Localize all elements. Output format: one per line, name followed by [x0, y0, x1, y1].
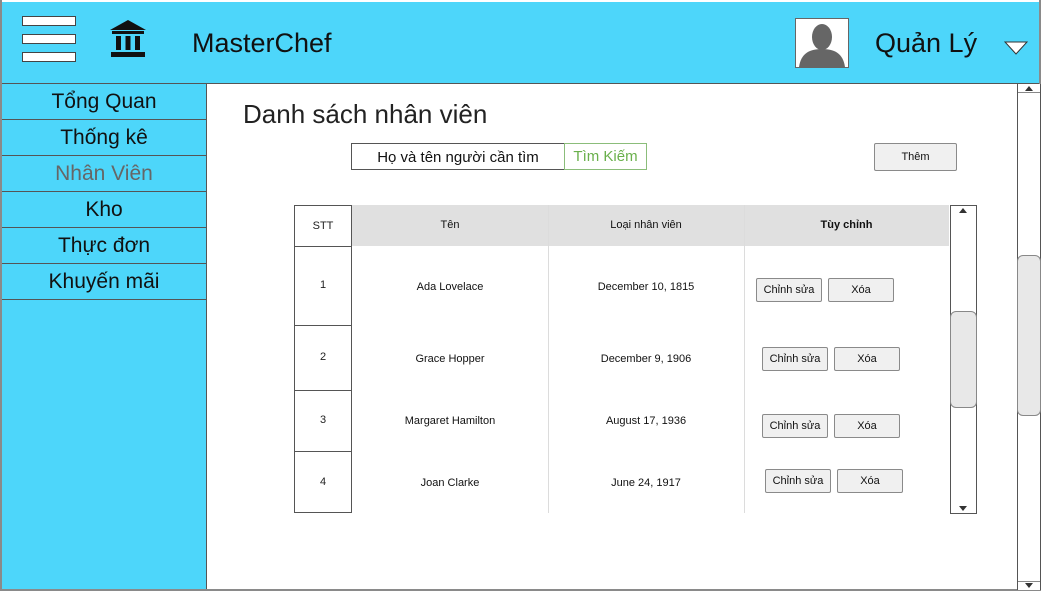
sidebar: Tổng Quan Thống kê Nhân Viên Kho Thực đơ…: [2, 84, 207, 589]
column-header-type: Loại nhân viên: [610, 219, 682, 231]
scroll-down-icon[interactable]: [1025, 583, 1033, 588]
delete-button[interactable]: Xóa: [834, 347, 900, 371]
column-header-stt: STT: [294, 205, 352, 247]
edit-button[interactable]: Chỉnh sửa: [762, 414, 828, 438]
bank-icon: [110, 20, 146, 57]
sidebar-item-menu[interactable]: Thực đơn: [2, 228, 206, 264]
table-cell-type: June 24, 1917: [611, 477, 681, 489]
sidebar-item-overview[interactable]: Tổng Quan: [2, 84, 206, 120]
table-cell-name: Margaret Hamilton: [404, 415, 496, 427]
employee-table: Tên Loại nhân viên Tùy chỉnh STT 1 2 3 4…: [294, 205, 977, 514]
table-scroll-thumb[interactable]: [950, 311, 977, 408]
sidebar-item-promotions[interactable]: Khuyến mãi: [2, 264, 206, 300]
delete-button[interactable]: Xóa: [834, 414, 900, 438]
table-scrollbar[interactable]: [950, 205, 977, 514]
sidebar-item-employees[interactable]: Nhân Viên: [2, 156, 206, 192]
hamburger-menu-icon[interactable]: [22, 16, 78, 66]
search-input[interactable]: Họ và tên người cần tìm: [351, 143, 565, 170]
page-scroll-thumb[interactable]: [1017, 255, 1041, 416]
column-header-actions: Tùy chỉnh: [820, 219, 873, 231]
table-cell-name: Joan Clarke: [420, 477, 480, 489]
table-header: Tên Loại nhân viên Tùy chỉnh: [352, 205, 949, 246]
search-button[interactable]: Tìm Kiếm: [564, 143, 647, 170]
table-cell-type: December 10, 1815: [597, 281, 695, 293]
table-cell-name: Ada Lovelace: [416, 281, 484, 293]
top-header: MasterChef Quản Lý: [2, 2, 1039, 84]
table-cell-type: December 9, 1906: [600, 353, 692, 365]
sidebar-item-statistics[interactable]: Thống kê: [2, 120, 206, 156]
delete-button[interactable]: Xóa: [828, 278, 894, 302]
table-cell-stt: 1: [294, 246, 352, 326]
user-name[interactable]: Quản Lý: [875, 28, 977, 59]
table-cell-stt: 4: [294, 451, 352, 513]
app-title: MasterChef: [192, 28, 332, 58]
edit-button[interactable]: Chỉnh sửa: [762, 347, 828, 371]
user-avatar-icon[interactable]: [795, 18, 849, 68]
delete-button[interactable]: Xóa: [837, 469, 903, 493]
chevron-down-icon[interactable]: [1004, 40, 1028, 56]
table-cell-name: Grace Hopper: [415, 353, 485, 365]
stt-column: STT 1 2 3 4: [294, 205, 352, 513]
table-cell-type: August 17, 1936: [605, 415, 687, 427]
table-cell-stt: 2: [294, 325, 352, 391]
table-cell-stt: 3: [294, 390, 352, 452]
page-scrollbar[interactable]: [1017, 84, 1041, 590]
scroll-down-icon[interactable]: [959, 506, 967, 511]
column-header-name: Tên: [440, 219, 460, 231]
edit-button[interactable]: Chỉnh sửa: [756, 278, 822, 302]
scroll-up-icon[interactable]: [959, 208, 967, 213]
edit-button[interactable]: Chỉnh sửa: [765, 469, 831, 493]
sidebar-item-warehouse[interactable]: Kho: [2, 192, 206, 228]
scroll-up-icon[interactable]: [1025, 86, 1033, 91]
add-employee-button[interactable]: Thêm: [874, 143, 957, 171]
page-title: Danh sách nhân viên: [243, 99, 488, 129]
